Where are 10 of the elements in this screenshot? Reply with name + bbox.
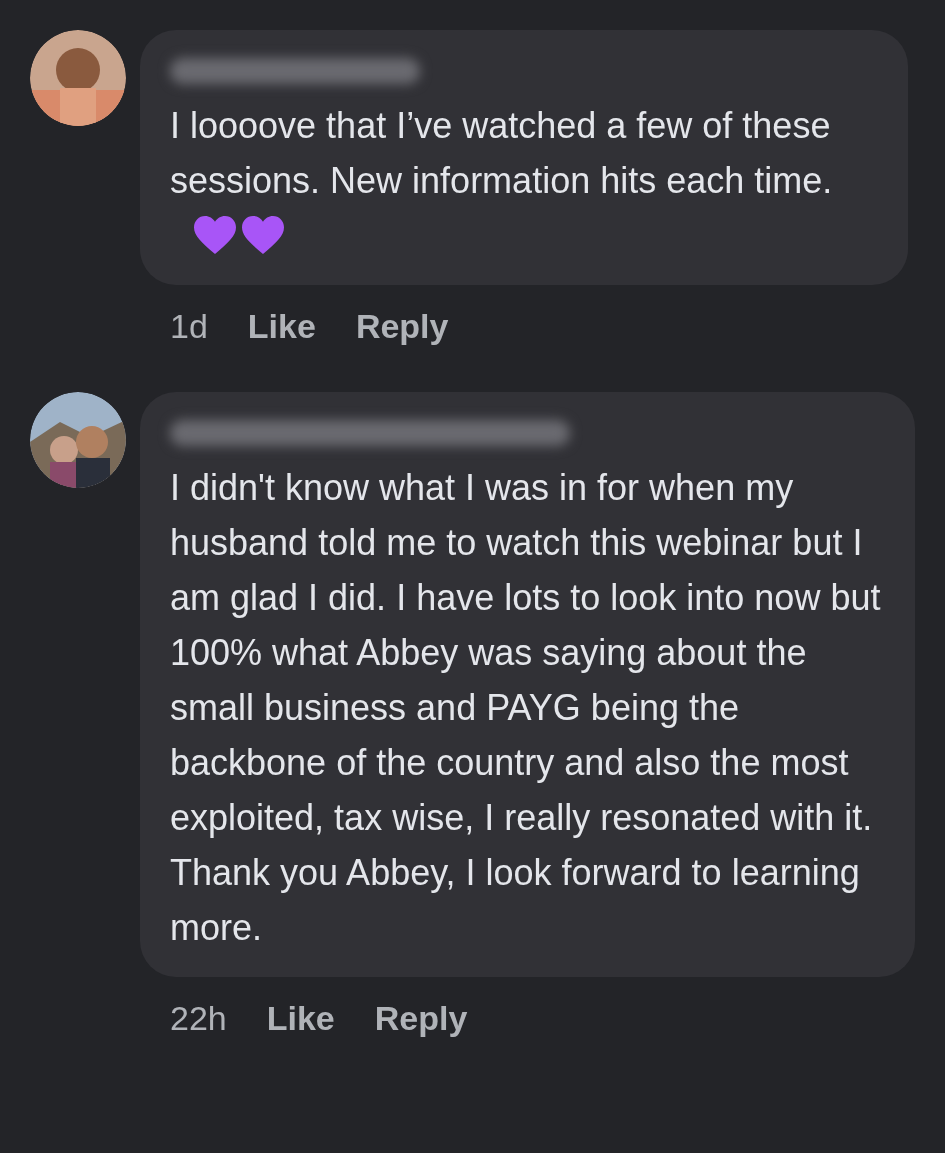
comment-action-link[interactable]: Reply [374, 993, 468, 1044]
heart-icon [240, 214, 286, 256]
heart-icon [192, 214, 238, 256]
comment-action-link[interactable]: Reply [355, 301, 449, 352]
comment-time: 22h [170, 998, 227, 1039]
comment-text: I didn't know what I was in for when my husband told me to watch this webinar but I am glad I did. I have lots to look into now but 100% what Abbey was saying about the small business and PAYG being the backbone of the country and also the most exploited, tax wise, I really resonated with it. Thank you Abbey, I look forward to learning more. [170, 466, 882, 950]
comment-action-link[interactable]: Like [247, 301, 316, 352]
comment-time: 1d [170, 306, 208, 347]
comment-text: I loooove that I’ve watched a few of these sessions. New information hits each time. [170, 98, 888, 263]
comment-action-link[interactable]: Like [266, 993, 335, 1044]
